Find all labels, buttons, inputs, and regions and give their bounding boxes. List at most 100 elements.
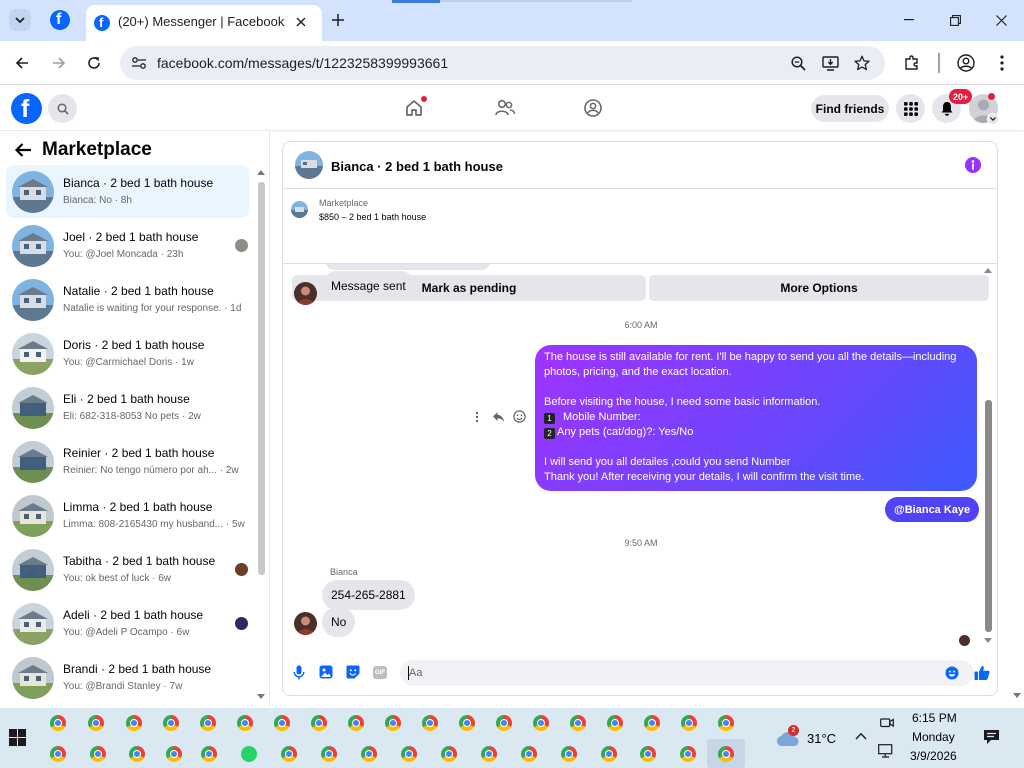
sender-avatar[interactable] bbox=[294, 612, 317, 635]
emoji-react-icon[interactable] bbox=[513, 410, 526, 423]
clock-time[interactable]: 6:15 PM bbox=[912, 711, 957, 725]
clock-day[interactable]: Monday bbox=[912, 730, 955, 744]
start-button[interactable] bbox=[9, 729, 26, 746]
url-text[interactable]: facebook.com/messages/t/1223258399993661 bbox=[157, 55, 448, 71]
friends-nav-button[interactable] bbox=[494, 98, 516, 118]
address-bar[interactable]: facebook.com/messages/t/1223258399993661 bbox=[120, 46, 885, 80]
account-dropdown[interactable] bbox=[987, 113, 999, 125]
profile-button[interactable] bbox=[954, 51, 978, 75]
chrome-taskbar-icon[interactable] bbox=[401, 746, 417, 762]
chrome-taskbar-icon[interactable] bbox=[163, 715, 179, 731]
conversation-item[interactable]: Joel · 2 bed 1 bath house You: @Joel Monc… bbox=[6, 219, 249, 272]
sender-avatar[interactable] bbox=[294, 282, 317, 305]
emoji-icon[interactable] bbox=[945, 666, 959, 680]
chrome-taskbar-icon[interactable] bbox=[607, 715, 623, 731]
chrome-taskbar-icon[interactable] bbox=[533, 715, 549, 731]
zoom-button[interactable] bbox=[786, 51, 810, 75]
gaming-nav-button[interactable] bbox=[583, 98, 603, 118]
network-button[interactable] bbox=[878, 744, 896, 758]
outgoing-message[interactable]: The house is still available for rent. I… bbox=[535, 345, 977, 491]
close-tab-button[interactable] bbox=[292, 13, 310, 31]
menu-button[interactable] bbox=[896, 94, 925, 123]
chrome-taskbar-icon[interactable] bbox=[521, 746, 537, 762]
forward-button[interactable] bbox=[47, 51, 71, 75]
weather-widget[interactable]: 2 bbox=[775, 725, 801, 747]
temperature[interactable]: 31°C bbox=[807, 731, 836, 746]
chrome-taskbar-icon[interactable] bbox=[321, 746, 337, 762]
conversation-item[interactable]: Adeli · 2 bed 1 bath house You: @Adeli P … bbox=[6, 597, 249, 650]
chrome-taskbar-icon[interactable] bbox=[50, 715, 66, 731]
conversation-item[interactable]: Eli · 2 bed 1 bath house Eli: 682-318-805… bbox=[6, 381, 249, 434]
microphone-icon[interactable] bbox=[293, 665, 305, 680]
chrome-taskbar-icon[interactable] bbox=[166, 746, 182, 762]
chrome-taskbar-icon[interactable] bbox=[601, 746, 617, 762]
message-input[interactable]: Aa bbox=[400, 660, 974, 686]
facebook-logo[interactable]: f bbox=[11, 93, 42, 124]
listing-thumbnail[interactable] bbox=[291, 201, 308, 218]
tab-search-button[interactable] bbox=[9, 9, 31, 31]
chrome-taskbar-icon[interactable] bbox=[718, 746, 734, 762]
search-button[interactable] bbox=[48, 94, 77, 123]
facebook-pinned-tab-icon[interactable]: f bbox=[50, 10, 70, 30]
restore-button[interactable] bbox=[945, 10, 965, 30]
chrome-taskbar-icon[interactable] bbox=[385, 715, 401, 731]
home-nav-button[interactable] bbox=[404, 96, 427, 118]
conversation-item[interactable]: Limma · 2 bed 1 bath house Limma: 808-216… bbox=[6, 489, 249, 542]
notifications-button[interactable]: 20+ bbox=[932, 89, 973, 123]
chat-avatar[interactable] bbox=[295, 151, 323, 179]
page-scroll-down-arrow-icon[interactable] bbox=[1013, 693, 1021, 698]
conversation-item[interactable]: Reinier · 2 bed 1 bath house Reinier: No … bbox=[6, 435, 249, 488]
chrome-taskbar-icon[interactable] bbox=[237, 715, 253, 731]
chrome-taskbar-icon[interactable] bbox=[459, 715, 475, 731]
conversation-info-button[interactable] bbox=[965, 157, 981, 173]
reload-button[interactable] bbox=[82, 51, 106, 75]
bookmark-button[interactable] bbox=[850, 51, 874, 75]
chrome-taskbar-icon[interactable] bbox=[88, 715, 104, 731]
scroll-down-arrow-icon[interactable] bbox=[257, 694, 265, 699]
conversation-item[interactable]: Doris · 2 bed 1 bath house You: @Carmicha… bbox=[6, 327, 249, 380]
chrome-menu-button[interactable] bbox=[990, 51, 1014, 75]
conversation-item[interactable]: Brandi · 2 bed 1 bath house You: @Brandi … bbox=[6, 651, 249, 704]
reply-icon[interactable] bbox=[492, 411, 505, 423]
chrome-taskbar-icon[interactable] bbox=[718, 715, 734, 731]
chrome-taskbar-icon[interactable] bbox=[274, 715, 290, 731]
scroll-up-arrow-icon[interactable] bbox=[257, 170, 265, 175]
chrome-taskbar-icon[interactable] bbox=[640, 746, 656, 762]
site-settings-icon[interactable] bbox=[131, 56, 147, 70]
chrome-taskbar-icon[interactable] bbox=[50, 746, 66, 762]
chrome-taskbar-icon[interactable] bbox=[126, 715, 142, 731]
back-button[interactable] bbox=[10, 51, 34, 75]
chrome-taskbar-icon[interactable] bbox=[644, 715, 660, 731]
listing-price[interactable]: $850 – 2 bed 1 bath house bbox=[319, 212, 426, 222]
scroll-up-arrow-icon[interactable] bbox=[984, 268, 992, 273]
gif-icon[interactable]: GIF bbox=[373, 666, 387, 679]
show-hidden-icons-button[interactable] bbox=[855, 732, 867, 740]
chrome-taskbar-icon[interactable] bbox=[200, 715, 216, 731]
notification-center-button[interactable] bbox=[983, 729, 1000, 745]
extensions-button[interactable] bbox=[900, 51, 924, 75]
chrome-taskbar-icon[interactable] bbox=[201, 746, 217, 762]
chrome-taskbar-icon[interactable] bbox=[496, 715, 512, 731]
conversation-item[interactable]: Bianca · 2 bed 1 bath house Bianca: No · … bbox=[6, 165, 249, 218]
mention-bubble[interactable]: @Bianca Kaye bbox=[885, 497, 980, 522]
chrome-taskbar-icon[interactable] bbox=[90, 746, 106, 762]
meet-now-button[interactable] bbox=[880, 716, 894, 729]
chrome-taskbar-icon[interactable] bbox=[281, 746, 297, 762]
incoming-message[interactable]: No bbox=[322, 607, 356, 637]
chrome-taskbar-icon[interactable] bbox=[348, 715, 364, 731]
clock-date[interactable]: 3/9/2026 bbox=[910, 749, 957, 763]
incoming-message[interactable]: Message sent bbox=[322, 271, 415, 301]
photo-icon[interactable] bbox=[319, 665, 333, 679]
new-tab-button[interactable] bbox=[328, 10, 348, 30]
back-arrow-button[interactable] bbox=[14, 142, 32, 158]
incoming-message[interactable]: 254-265-2881 bbox=[322, 580, 415, 610]
chat-scrollbar[interactable] bbox=[985, 400, 992, 632]
sidebar-scrollbar[interactable] bbox=[258, 182, 265, 575]
scroll-down-arrow-icon[interactable] bbox=[984, 638, 992, 643]
minimize-button[interactable] bbox=[899, 10, 919, 30]
chrome-taskbar-icon[interactable] bbox=[561, 746, 577, 762]
close-window-button[interactable] bbox=[991, 10, 1011, 30]
chrome-taskbar-icon[interactable] bbox=[481, 746, 497, 762]
install-app-button[interactable] bbox=[818, 51, 842, 75]
active-browser-tab[interactable]: f (20+) Messenger | Facebook bbox=[86, 5, 322, 41]
